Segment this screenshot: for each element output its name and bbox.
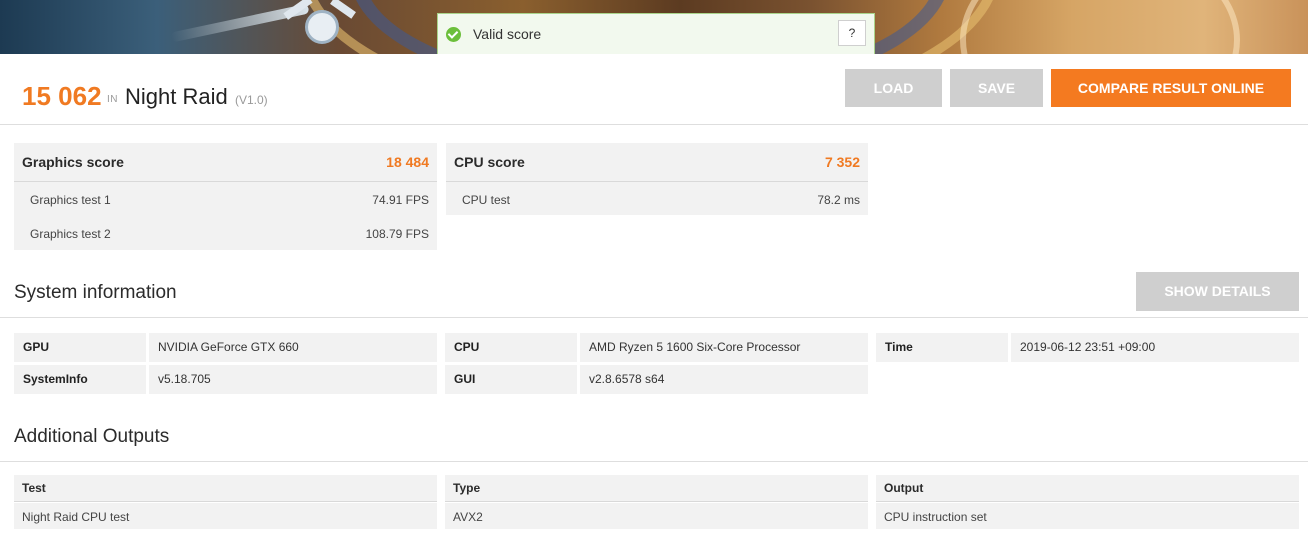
column-header-test: Test xyxy=(14,475,437,502)
test-label: CPU test xyxy=(462,193,511,207)
cpu-score-panel: CPU score 7 352 CPU test 78.2 ms xyxy=(446,143,868,215)
overall-score: 15 062 xyxy=(22,81,102,111)
table-cell: CPU instruction set xyxy=(876,503,1299,529)
additional-outputs-title: Additional Outputs xyxy=(14,426,170,447)
table-cell: AVX2 xyxy=(445,503,868,529)
benchmark-name: Night Raid xyxy=(125,84,228,109)
load-button[interactable]: LOAD xyxy=(845,69,942,107)
divider xyxy=(0,124,1308,125)
graphics-test-row: Graphics test 2 108.79 FPS xyxy=(30,227,429,241)
info-value-time: 2019-06-12 23:51 +09:00 xyxy=(1011,333,1299,362)
divider xyxy=(0,461,1308,462)
test-value: 108.79 FPS xyxy=(365,227,429,241)
column-header-output: Output xyxy=(876,475,1299,502)
graphics-test-row: Graphics test 1 74.91 FPS xyxy=(30,193,429,207)
valid-score-text: Valid score xyxy=(473,26,542,42)
valid-score-banner: Valid score ? xyxy=(437,13,875,54)
compare-result-online-button[interactable]: COMPARE RESULT ONLINE xyxy=(1051,69,1291,107)
test-label: Graphics test 1 xyxy=(30,193,111,207)
help-button[interactable]: ? xyxy=(838,20,866,46)
info-label-gui: GUI xyxy=(445,365,577,394)
check-circle-icon xyxy=(446,26,461,42)
benchmark-version: (V1.0) xyxy=(235,93,268,107)
info-label-cpu: CPU xyxy=(445,333,577,362)
table-cell: Night Raid CPU test xyxy=(14,503,437,529)
cpu-test-row: CPU test 78.2 ms xyxy=(462,193,860,207)
system-information-title: System information xyxy=(14,282,177,303)
graphics-score-title: Graphics score xyxy=(22,154,124,170)
graphics-score-value: 18 484 xyxy=(386,154,429,170)
info-value-cpu: AMD Ryzen 5 1600 Six-Core Processor xyxy=(580,333,868,362)
info-label-gpu: GPU xyxy=(14,333,146,362)
cpu-score-title: CPU score xyxy=(454,154,525,170)
test-label: Graphics test 2 xyxy=(30,227,111,241)
in-label: IN xyxy=(107,94,118,105)
test-value: 74.91 FPS xyxy=(372,193,429,207)
test-value: 78.2 ms xyxy=(817,193,860,207)
info-value-gui: v2.8.6578 s64 xyxy=(580,365,868,394)
info-label-time: Time xyxy=(876,333,1008,362)
show-details-button[interactable]: SHOW DETAILS xyxy=(1136,272,1299,311)
column-header-type: Type xyxy=(445,475,868,502)
save-button[interactable]: SAVE xyxy=(950,69,1043,107)
cpu-score-value: 7 352 xyxy=(824,154,860,170)
graphics-score-panel: Graphics score 18 484 Graphics test 1 74… xyxy=(14,143,437,250)
info-value-gpu: NVIDIA GeForce GTX 660 xyxy=(149,333,437,362)
info-value-systeminfo: v5.18.705 xyxy=(149,365,437,394)
divider xyxy=(0,317,1308,318)
info-label-systeminfo: SystemInfo xyxy=(14,365,146,394)
